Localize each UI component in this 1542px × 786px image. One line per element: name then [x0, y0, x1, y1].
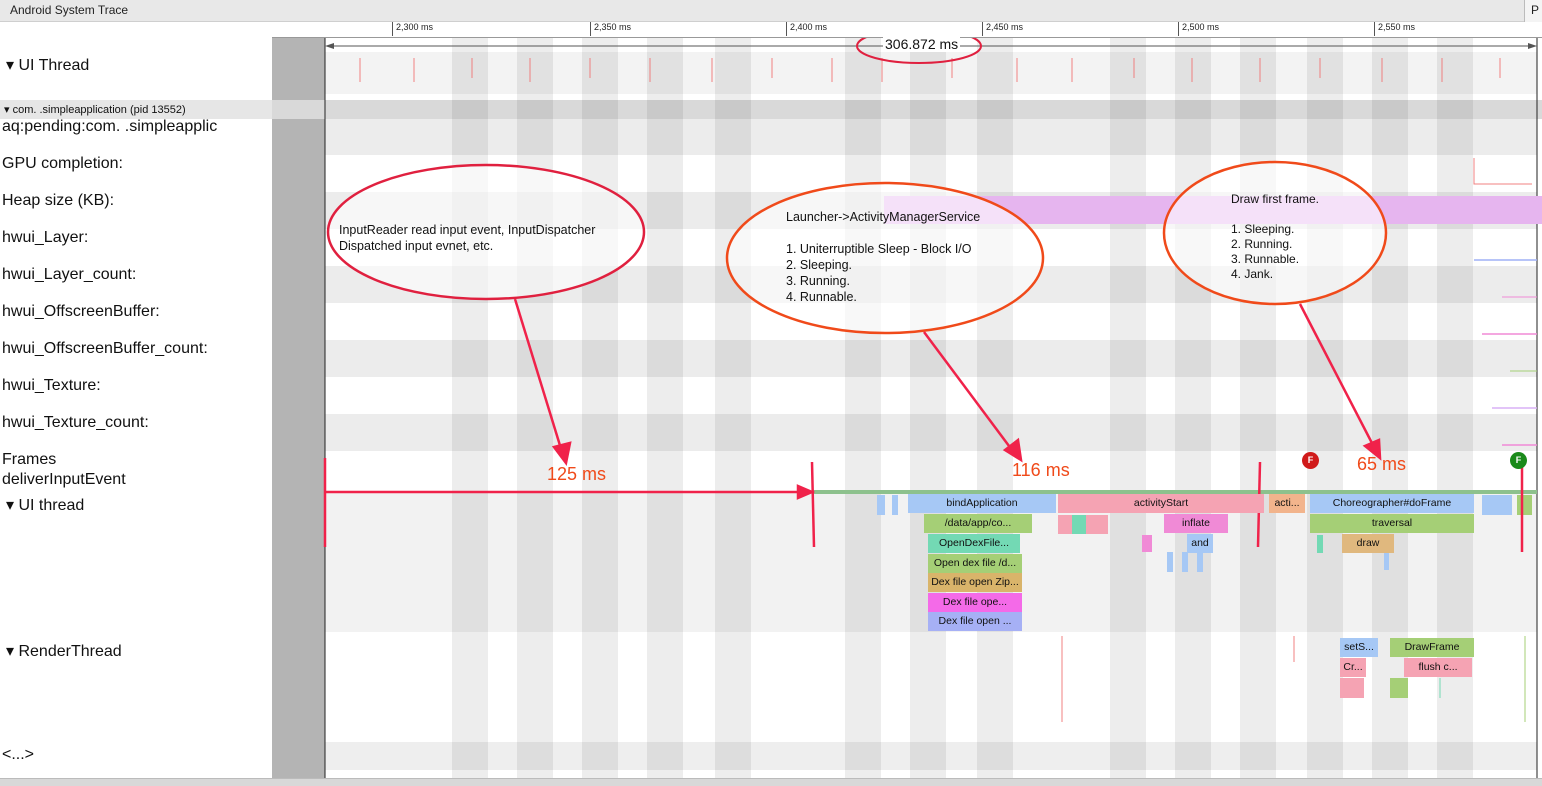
- ruler-tick: 2,300 ms: [392, 22, 433, 36]
- duration-label-input: 125 ms: [547, 464, 607, 484]
- slice-dex-file-open-zip[interactable]: Dex file open Zip...: [928, 573, 1022, 592]
- slice-label: flush c...: [1418, 661, 1458, 673]
- callout-draw-text: Draw first frame. 1. Sleeping. 2. Runnin…: [1231, 192, 1320, 281]
- slice-open-dex-file[interactable]: OpenDexFile...: [928, 534, 1020, 553]
- track-gpu-completion[interactable]: GPU completion:: [2, 155, 123, 173]
- window-title: Android System Trace: [10, 3, 129, 17]
- track-hwui-offscreen[interactable]: hwui_OffscreenBuffer:: [2, 303, 160, 321]
- ruler-tick: 2,550 ms: [1374, 22, 1415, 36]
- slice-label: setS...: [1344, 641, 1374, 653]
- slice-label: traversal: [1371, 517, 1413, 529]
- slice-label: Dex file ope...: [942, 596, 1008, 608]
- slice-label: /data/app/co...: [944, 517, 1012, 529]
- callout-input-text: InputReader read input event, InputDispa…: [339, 223, 596, 253]
- ruler-tick: 2,350 ms: [590, 22, 631, 36]
- frame-marker-red[interactable]: F: [1302, 452, 1319, 469]
- slice-label: draw: [1356, 537, 1380, 549]
- selection-duration: 306.872 ms: [883, 36, 961, 52]
- callout-launcher-text: Launcher->ActivityManagerService 1. Unit…: [786, 210, 981, 304]
- slice-choreographer[interactable]: Choreographer#doFrame: [1310, 494, 1474, 513]
- slice-dex-file-ope[interactable]: Dex file ope...: [928, 593, 1022, 612]
- slice-open-dex-file-d[interactable]: Open dex file /d...: [928, 554, 1022, 573]
- track-render-thread[interactable]: ▾ RenderThread: [6, 641, 122, 661]
- process-header[interactable]: ▾ com. .simpleapplication (pid 13552): [0, 100, 272, 119]
- frame-marker-green[interactable]: F: [1510, 452, 1527, 469]
- track-ui-thread[interactable]: ▾ UI thread: [6, 495, 84, 515]
- track-heap-size[interactable]: Heap size (KB):: [2, 192, 114, 210]
- track-labels: ▾ UI Thread ▾ com. .simpleapplication (p…: [0, 22, 272, 778]
- slice-draw-frame[interactable]: DrawFrame: [1390, 638, 1474, 657]
- slice-bind-application[interactable]: bindApplication: [908, 494, 1056, 513]
- duration-label-draw: 65 ms: [1357, 454, 1407, 474]
- ruler-tick: 2,500 ms: [1178, 22, 1219, 36]
- track-hwui-layer-count[interactable]: hwui_Layer_count:: [2, 266, 136, 284]
- slice-set-surface[interactable]: setS...: [1340, 638, 1378, 657]
- track-hwui-texture[interactable]: hwui_Texture:: [2, 377, 101, 395]
- slice-and[interactable]: and: [1187, 534, 1213, 553]
- trace-viewer: Android System Trace P ▾ UI Thread ▾ com…: [0, 0, 1542, 786]
- track-deliver-input-event[interactable]: deliverInputEvent: [2, 471, 126, 489]
- slice-label: activityStart: [1133, 497, 1189, 509]
- slice-label: bindApplication: [946, 497, 1018, 509]
- ruler-tick: 2,400 ms: [786, 22, 827, 36]
- slice-draw[interactable]: draw: [1342, 534, 1394, 553]
- slice-acti[interactable]: acti...: [1269, 494, 1305, 513]
- track-more[interactable]: <...>: [2, 746, 34, 764]
- ruler-tick: 2,450 ms: [982, 22, 1023, 36]
- slice-label: Choreographer#doFrame: [1332, 497, 1452, 509]
- out-of-range-left: [272, 38, 325, 778]
- slice-dex-file-open[interactable]: Dex file open ...: [928, 612, 1022, 631]
- slice-activity-start[interactable]: activityStart: [1058, 494, 1264, 513]
- slice-inflate[interactable]: inflate: [1164, 514, 1228, 533]
- slice-label: inflate: [1181, 517, 1211, 529]
- slice-traversal[interactable]: traversal: [1310, 514, 1474, 533]
- slice-cr[interactable]: Cr...: [1340, 658, 1366, 677]
- timeline-canvas[interactable]: 2,300 ms 2,350 ms 2,400 ms 2,450 ms 2,50…: [272, 22, 1542, 778]
- slice-flush[interactable]: flush c...: [1404, 658, 1472, 677]
- slice-data-app[interactable]: /data/app/co...: [924, 514, 1032, 533]
- track-hwui-layer[interactable]: hwui_Layer:: [2, 229, 88, 247]
- slice-label: DrawFrame: [1404, 641, 1460, 653]
- slice-label: acti...: [1274, 497, 1300, 509]
- track-frames[interactable]: Frames: [2, 451, 56, 469]
- corner-button[interactable]: P: [1524, 0, 1542, 22]
- duration-label-launch: 116 ms: [1012, 460, 1070, 480]
- slice-label: Dex file open Zip...: [931, 576, 1019, 588]
- status-bar: [0, 778, 1542, 786]
- title-bar: Android System Trace P: [0, 0, 1542, 22]
- track-aq-pending[interactable]: aq:pending:com. .simpleapplic: [2, 118, 217, 136]
- track-hwui-offscreen-count[interactable]: hwui_OffscreenBuffer_count:: [2, 340, 208, 358]
- slice-label: Dex file open ...: [938, 615, 1012, 627]
- track-hwui-texture-count[interactable]: hwui_Texture_count:: [2, 414, 149, 432]
- slice-label: and: [1191, 537, 1209, 549]
- track-ui-thread-top[interactable]: ▾ UI Thread: [6, 55, 89, 75]
- slice-label: Open dex file /d...: [933, 557, 1017, 569]
- slice-label: OpenDexFile...: [938, 537, 1010, 549]
- slice-label: Cr...: [1343, 661, 1363, 673]
